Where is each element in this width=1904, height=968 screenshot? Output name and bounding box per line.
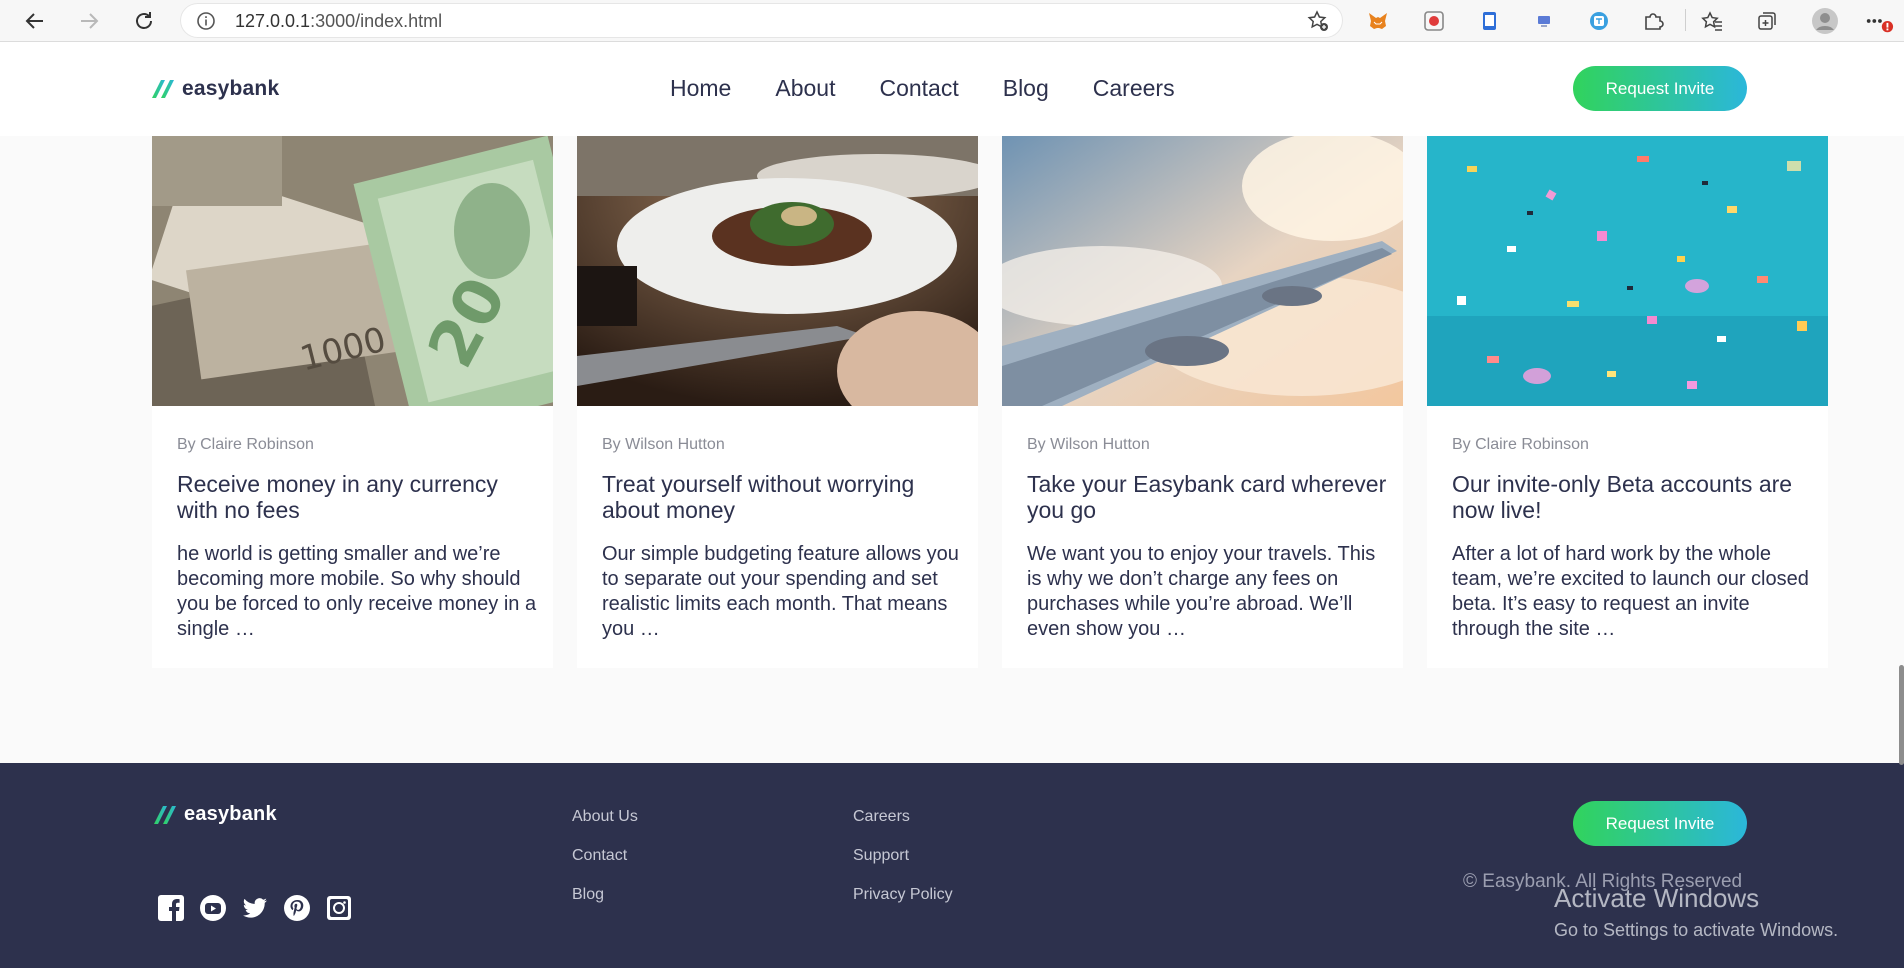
footer-request-invite-button[interactable]: Request Invite [1573,801,1747,846]
article-title[interactable]: Treat yourself without worrying about mo… [602,471,962,523]
request-invite-button[interactable]: Request Invite [1573,66,1747,111]
address-bar[interactable]: 127.0.0.1:3000/index.html [180,3,1343,38]
toolbar-divider [1685,9,1686,31]
address-url[interactable]: 127.0.0.1:3000/index.html [235,11,442,32]
favorite-add-icon[interactable] [1307,10,1329,37]
cast-extension-icon[interactable] [1529,6,1559,36]
arrow-left-icon [25,13,43,29]
footer-logo[interactable]: easybank [154,803,277,826]
collections-icon[interactable] [1752,6,1782,36]
forward-button[interactable] [72,4,106,38]
twitter-icon[interactable] [241,894,269,922]
arrow-right-icon [81,13,99,29]
watermark-title: Activate Windows [1554,883,1760,913]
site-header: easybank Home About Contact Blog Careers… [0,42,1904,136]
article-image: 20 1000 [152,136,553,406]
browser-toolbar: 127.0.0.1:3000/index.html [0,0,1904,42]
screen-recorder-extension-icon[interactable] [1419,6,1449,36]
watermark-subtitle: Go to Settings to activate Windows. [1554,920,1839,940]
footer-link-about-us[interactable]: About Us [572,807,638,827]
article-image [1002,136,1403,406]
nav-link-careers[interactable]: Careers [1093,75,1175,102]
article-excerpt: Our simple budgeting feature allows you … [602,543,959,640]
social-links [157,894,353,922]
article-excerpt: he world is getting smaller and we’re be… [177,543,537,640]
nav-link-blog[interactable]: Blog [1003,75,1049,102]
reload-icon [136,12,152,29]
nav-link-home[interactable]: Home [670,75,731,102]
translate-extension-icon[interactable] [1584,6,1614,36]
article-image [577,136,978,406]
youtube-icon[interactable] [199,894,227,922]
facebook-icon[interactable] [157,894,185,922]
footer-link-blog[interactable]: Blog [572,885,638,905]
footer-link-support[interactable]: Support [853,846,953,866]
pinterest-icon[interactable] [283,894,311,922]
url-host: 127.0.0.1 [235,11,311,31]
nav-link-contact[interactable]: Contact [879,75,958,102]
footer-links-secondary: Careers Support Privacy Policy [853,807,953,905]
article-card[interactable]: By Wilson Hutton Take your Easybank card… [1002,136,1403,668]
mobile-extension-icon[interactable] [1474,6,1504,36]
logo-wordmark: easybank [184,803,277,825]
info-icon[interactable] [196,11,216,36]
article-author: By Claire Robinson [1452,436,1589,453]
article-excerpt: We want you to enjoy your travels. This … [1027,543,1376,640]
menu-more-icon[interactable] [1864,6,1894,36]
metamask-extension-icon[interactable] [1363,6,1393,36]
article-title[interactable]: Take your Easybank card wherever you go [1027,471,1387,523]
article-title[interactable]: Receive money in any currency with no fe… [177,471,537,523]
page-scrollbar-thumb[interactable] [1899,665,1904,765]
easybank-logo-mark-icon [154,805,176,824]
site-footer: easybank About Us Contact Blog Careers S… [0,763,1904,968]
article-card[interactable]: By Claire Robinson Our invite-only Beta … [1427,136,1828,668]
windows-activation-watermark: Activate Windows Go to Settings to activ… [1554,883,1838,941]
url-path: :3000/index.html [310,11,443,31]
footer-link-careers[interactable]: Careers [853,807,953,827]
extensions-puzzle-icon[interactable] [1638,6,1668,36]
nav-link-about[interactable]: About [775,75,835,102]
profile-avatar-icon[interactable] [1810,6,1840,36]
article-card[interactable]: By Wilson Hutton Treat yourself without … [577,136,978,668]
favorites-icon[interactable] [1697,6,1727,36]
article-card[interactable]: 20 1000 By Claire Robinson Receive money… [152,136,553,668]
easybank-logo-mark-icon [152,80,174,98]
article-image [1427,136,1828,406]
article-author: By Wilson Hutton [1027,436,1150,453]
logo-wordmark: easybank [182,77,280,100]
reload-button[interactable] [127,4,161,38]
main-navigation: Home About Contact Blog Careers [670,75,1175,102]
instagram-icon[interactable] [325,894,353,922]
article-excerpt: After a lot of hard work by the whole te… [1452,543,1809,640]
footer-link-privacy-policy[interactable]: Privacy Policy [853,885,953,905]
article-title[interactable]: Our invite-only Beta accounts are now li… [1452,471,1812,523]
article-author: By Claire Robinson [177,436,314,453]
header-logo[interactable]: easybank [152,77,279,101]
footer-links-primary: About Us Contact Blog [572,807,638,905]
footer-link-contact[interactable]: Contact [572,846,638,866]
back-button[interactable] [18,4,52,38]
article-author: By Wilson Hutton [602,436,725,453]
